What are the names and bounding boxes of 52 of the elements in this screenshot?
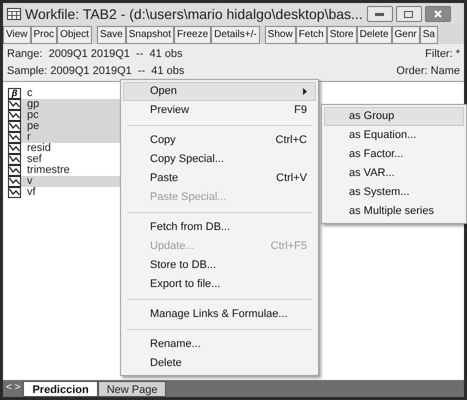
close-icon bbox=[434, 10, 442, 18]
coefficient-icon: β bbox=[8, 88, 21, 99]
minimize-icon bbox=[375, 12, 384, 16]
menu-item[interactable]: as System... bbox=[324, 183, 464, 202]
minimize-button[interactable] bbox=[366, 6, 393, 22]
toolbar-button[interactable]: Genr bbox=[392, 26, 420, 44]
toolbar-button[interactable]: Object bbox=[57, 26, 92, 44]
menu-item[interactable]: Store to DB... bbox=[123, 256, 316, 275]
series-icon bbox=[8, 154, 21, 165]
series-icon bbox=[8, 165, 21, 176]
page-navigation-arrows[interactable]: < > bbox=[6, 380, 20, 395]
menu-item[interactable]: Export to file... bbox=[123, 275, 316, 294]
toolbar-button[interactable]: Fetch bbox=[296, 26, 327, 44]
menu-item[interactable]: as Equation... bbox=[324, 126, 464, 145]
series-icon bbox=[8, 187, 21, 198]
toolbar-button[interactable]: Delete bbox=[356, 26, 392, 44]
toolbar-button[interactable]: Proc bbox=[30, 26, 58, 44]
menu-item[interactable]: as Group bbox=[324, 107, 464, 126]
close-button[interactable] bbox=[424, 6, 451, 22]
series-icon bbox=[8, 121, 21, 132]
menu-item[interactable]: Copy Special... bbox=[123, 150, 316, 169]
order-text: Order: Name bbox=[396, 64, 460, 78]
toolbar-button[interactable]: Freeze bbox=[174, 26, 212, 44]
menu-item[interactable]: as Multiple series bbox=[324, 202, 464, 221]
menu-item[interactable]: as Factor... bbox=[324, 145, 464, 164]
series-icon bbox=[8, 132, 21, 143]
toolbar-button[interactable]: Details+/- bbox=[211, 26, 260, 44]
window-title: Workfile: TAB2 - (d:\users\mario hidalgo\desktop\bas... bbox=[25, 4, 363, 24]
sample-text: Sample: 2009Q1 2019Q1 -- 41 obs bbox=[7, 64, 184, 78]
series-icon bbox=[8, 176, 21, 187]
filter-text: Filter: * bbox=[425, 47, 460, 62]
toolbar-button[interactable]: Snapshot bbox=[126, 26, 174, 44]
menu-item[interactable]: Open bbox=[123, 82, 316, 101]
toolbar-button[interactable]: Show bbox=[264, 26, 296, 44]
toolbar-button[interactable]: Save bbox=[96, 26, 126, 44]
range-text: Range: 2009Q1 2019Q1 -- 41 obs bbox=[7, 47, 183, 62]
series-icon bbox=[8, 99, 21, 110]
page-tab[interactable]: Prediccion bbox=[23, 381, 98, 397]
menu-item[interactable]: Delete bbox=[123, 354, 316, 373]
maximize-button[interactable] bbox=[396, 6, 422, 22]
menu-item[interactable]: Manage Links & Formulae... bbox=[123, 305, 316, 324]
series-icon bbox=[8, 143, 21, 154]
page-tab[interactable]: New Page bbox=[98, 381, 166, 397]
maximize-icon bbox=[404, 10, 414, 18]
menu-item[interactable]: Fetch from DB... bbox=[123, 218, 316, 237]
toolbar-button[interactable]: Sa bbox=[420, 26, 438, 44]
series-icon bbox=[8, 110, 21, 121]
table-icon bbox=[7, 8, 21, 20]
toolbar-button[interactable]: Store bbox=[326, 26, 357, 44]
menu-item[interactable]: Rename... bbox=[123, 335, 316, 354]
toolbar-button[interactable]: View bbox=[3, 26, 30, 44]
menu-item[interactable]: as VAR... bbox=[324, 164, 464, 183]
